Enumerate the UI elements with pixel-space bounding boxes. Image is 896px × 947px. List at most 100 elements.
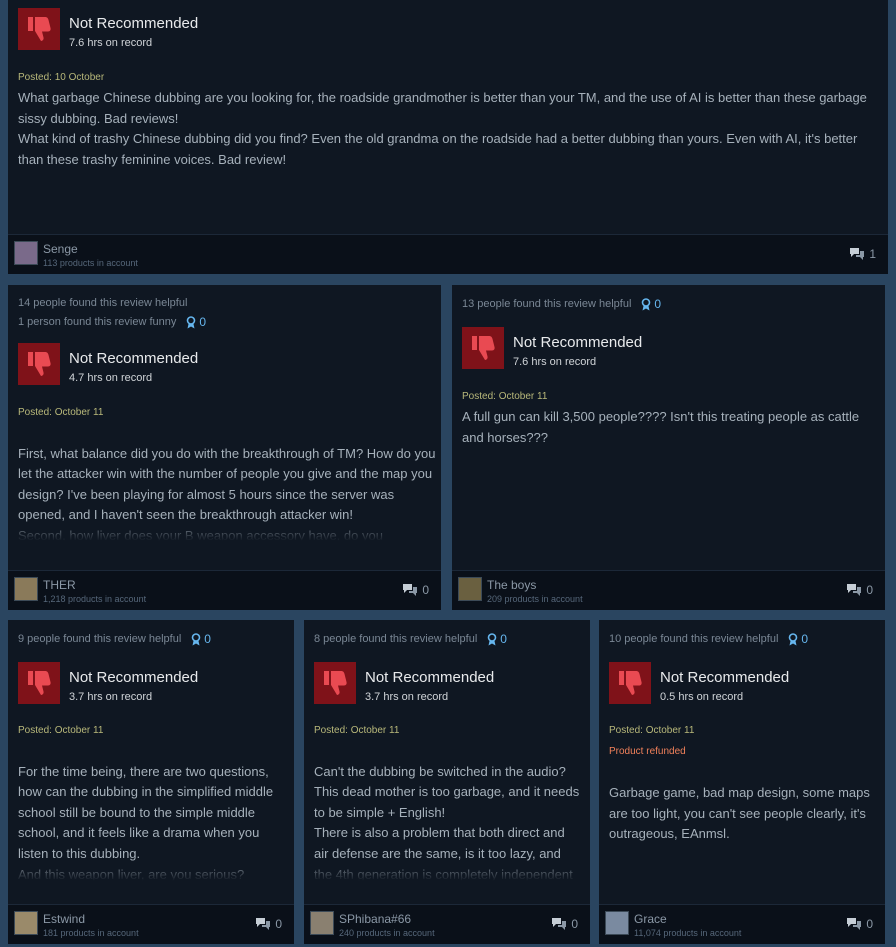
verdict-title[interactable]: Not Recommended — [513, 334, 642, 351]
comment-bubbles-icon — [847, 918, 862, 930]
comment-bubbles-icon — [256, 918, 271, 930]
thumbs-down-icon — [28, 352, 51, 376]
products-in-account[interactable]: 209 products in account — [487, 594, 583, 604]
review-footer: The boys 209 products in account 0 — [452, 570, 885, 610]
comment-count-value: 0 — [571, 917, 578, 931]
award-ribbon-icon — [642, 297, 651, 310]
not-recommended-badge[interactable] — [462, 327, 504, 369]
products-in-account[interactable]: 240 products in account — [339, 928, 435, 938]
not-recommended-badge[interactable] — [18, 343, 60, 385]
posted-date: Posted: October 11 — [314, 725, 400, 736]
helpful-count: 14 people found this review helpful — [18, 297, 188, 309]
verdict-title[interactable]: Not Recommended — [69, 15, 198, 32]
comment-count[interactable]: 1 — [849, 247, 876, 261]
avatar[interactable] — [14, 241, 38, 265]
review-text: What garbage Chinese dubbing are you loo… — [18, 90, 867, 167]
award-count[interactable]: 0 — [186, 315, 206, 329]
verdict-title[interactable]: Not Recommended — [365, 669, 494, 686]
posted-date: Posted: October 11 — [18, 725, 104, 736]
posted-date: Posted: 10 October — [18, 72, 105, 83]
thumbs-down-icon — [28, 671, 51, 695]
thumbs-down-icon — [28, 17, 51, 41]
award-ribbon-icon — [187, 315, 196, 328]
avatar[interactable] — [14, 911, 38, 935]
reviewer-name[interactable]: SPhibana#66 — [339, 912, 411, 926]
helpful-count: 13 people found this review helpful 0 — [462, 297, 662, 311]
award-count[interactable]: 0 — [191, 632, 211, 646]
review-card: 10 people found this review helpful 0 No… — [599, 620, 885, 944]
avatar[interactable] — [605, 911, 629, 935]
helpful-count: 8 people found this review helpful 0 — [314, 632, 507, 646]
comment-bubbles-icon — [847, 584, 862, 596]
hours-on-record: 4.7 hrs on record — [69, 372, 153, 384]
posted-date: Posted: October 11 — [609, 725, 695, 736]
award-ribbon-icon — [789, 632, 798, 645]
comment-count[interactable]: 0 — [255, 917, 282, 931]
review-text: Can't the dubbing be switched in the aud… — [314, 741, 582, 883]
review-card: 13 people found this review helpful 0 No… — [452, 285, 885, 610]
avatar[interactable] — [14, 577, 38, 601]
hours-on-record: 7.6 hrs on record — [513, 356, 597, 368]
comment-count-value: 1 — [869, 247, 876, 261]
review-text: For the time being, there are two questi… — [18, 741, 290, 883]
posted-date: Posted: October 11 — [462, 391, 548, 402]
avatar[interactable] — [458, 577, 482, 601]
comment-count-value: 0 — [275, 917, 282, 931]
comment-count[interactable]: 0 — [846, 583, 873, 597]
funny-count: 1 person found this review funny 0 — [18, 315, 207, 329]
thumbs-down-icon — [472, 336, 495, 360]
comment-count-value: 0 — [422, 583, 429, 597]
review-footer: Grace 11,074 products in account 0 — [599, 904, 885, 944]
product-refunded-label: Product refunded — [609, 746, 686, 757]
hours-on-record: 3.7 hrs on record — [365, 691, 449, 703]
review-footer: Senge 113 products in account 1 — [8, 234, 888, 274]
not-recommended-badge[interactable] — [18, 8, 60, 50]
products-in-account[interactable]: 1,218 products in account — [43, 594, 146, 604]
comment-count[interactable]: 0 — [846, 917, 873, 931]
verdict-title[interactable]: Not Recommended — [660, 669, 789, 686]
products-in-account[interactable]: 113 products in account — [43, 258, 138, 268]
not-recommended-badge[interactable] — [609, 662, 651, 704]
review-card: 8 people found this review helpful 0 Not… — [304, 620, 590, 944]
helpful-count: 9 people found this review helpful 0 — [18, 632, 211, 646]
verdict-title[interactable]: Not Recommended — [69, 669, 198, 686]
review-footer: Estwind 181 products in account 0 — [8, 904, 294, 944]
comment-bubbles-icon — [850, 248, 865, 260]
reviewer-name[interactable]: Senge — [43, 242, 78, 256]
not-recommended-badge[interactable] — [314, 662, 356, 704]
award-count[interactable]: 0 — [487, 632, 507, 646]
comment-count-value: 0 — [866, 917, 873, 931]
helpful-count: 10 people found this review helpful 0 — [609, 632, 809, 646]
thumbs-down-icon — [324, 671, 347, 695]
award-ribbon-icon — [191, 632, 201, 645]
hours-on-record: 0.5 hrs on record — [660, 691, 744, 703]
comment-count-value: 0 — [866, 583, 873, 597]
comment-count[interactable]: 0 — [402, 583, 429, 597]
verdict-title[interactable]: Not Recommended — [69, 350, 198, 367]
reviewer-name[interactable]: The boys — [487, 578, 536, 592]
reviewer-name[interactable]: Estwind — [43, 912, 85, 926]
review-footer: SPhibana#66 240 products in account 0 — [304, 904, 590, 944]
reviewer-name[interactable]: Grace — [634, 912, 667, 926]
avatar[interactable] — [310, 911, 334, 935]
comment-count[interactable]: 0 — [551, 917, 578, 931]
award-count[interactable]: 0 — [641, 297, 661, 311]
review-card: 9 people found this review helpful 0 Not… — [8, 620, 294, 944]
review-text: Garbage game, bad map design, some maps … — [609, 785, 870, 842]
products-in-account[interactable]: 11,074 products in account — [634, 928, 741, 938]
hours-on-record: 3.7 hrs on record — [69, 691, 153, 703]
comment-bubbles-icon — [403, 584, 418, 596]
award-count[interactable]: 0 — [788, 632, 808, 646]
hours-on-record: 7.6 hrs on record — [69, 37, 153, 49]
review-footer: THER 1,218 products in account 0 — [8, 570, 441, 610]
not-recommended-badge[interactable] — [18, 662, 60, 704]
posted-date: Posted: October 11 — [18, 407, 104, 418]
review-card: Not Recommended 7.6 hrs on record Posted… — [8, 0, 888, 274]
thumbs-down-icon — [619, 671, 642, 695]
review-card: 14 people found this review helpful 1 pe… — [8, 285, 441, 610]
award-ribbon-icon — [487, 632, 497, 645]
comment-bubbles-icon — [552, 918, 567, 930]
reviewer-name[interactable]: THER — [43, 578, 76, 592]
products-in-account[interactable]: 181 products in account — [43, 928, 139, 938]
review-text: First, what balance did you do with the … — [18, 423, 436, 543]
